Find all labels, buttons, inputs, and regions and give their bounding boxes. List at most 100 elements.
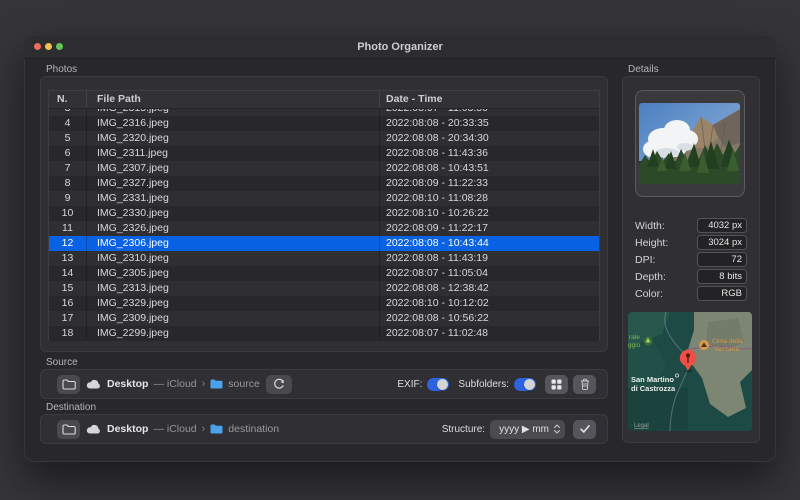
blue-folder-icon (210, 379, 223, 389)
column-header-number[interactable]: N. (49, 91, 87, 108)
row-datetime-cell: 2022:08:10 - 11:08:28 (380, 191, 599, 206)
row-datetime-cell: 2022:08:09 - 11:22:33 (380, 176, 599, 191)
detail-field-row: Color: RGB (635, 286, 747, 303)
row-number-cell: 18 (49, 326, 87, 341)
location-map[interactable]: rale ggio Cima della Vezzana San Martino… (628, 312, 752, 431)
peak-label-line1: Cima della (712, 338, 743, 345)
row-file-cell: IMG_2299.jpeg (87, 326, 380, 341)
table-row[interactable]: 8 IMG_2327.jpeg 2022:08:09 - 11:22:33 (49, 176, 599, 191)
destination-path: Desktop — iCloud › destination (107, 423, 279, 435)
detail-field-label: Height: (635, 237, 668, 249)
detail-field-label: Color: (635, 288, 663, 300)
park-label-line1: rale (629, 334, 640, 341)
row-file-cell: IMG_2320.jpeg (87, 131, 380, 146)
park-label-line2: ggio (628, 342, 641, 349)
icloud-icon (86, 379, 101, 389)
source-path-row: Desktop — iCloud › source (57, 369, 292, 399)
row-number-cell: 16 (49, 296, 87, 311)
destination-section-label: Destination (46, 402, 96, 413)
table-header: N. File Path Date - Time (49, 91, 599, 109)
detail-field-value[interactable]: RGB (697, 286, 747, 301)
row-number-cell: 10 (49, 206, 87, 221)
toggle-knob (524, 379, 535, 390)
table-row[interactable]: 15 IMG_2313.jpeg 2022:08:08 - 12:38:42 (49, 281, 599, 296)
table-row[interactable]: 6 IMG_2311.jpeg 2022:08:08 - 11:43:36 (49, 146, 599, 161)
photos-section-label: Photos (46, 64, 77, 75)
table-row[interactable]: 17 IMG_2309.jpeg 2022:08:08 - 10:56:22 (49, 311, 599, 326)
window-title: Photo Organizer (24, 41, 776, 53)
row-number-cell: 11 (49, 221, 87, 236)
grid-view-button[interactable] (545, 375, 568, 394)
source-refresh-button[interactable] (266, 375, 292, 394)
exif-toggle[interactable] (427, 378, 449, 391)
trash-icon (580, 378, 590, 390)
table-row[interactable]: 4 IMG_2316.jpeg 2022:08:08 - 20:33:35 (49, 116, 599, 131)
delete-button[interactable] (573, 375, 596, 394)
destination-options-row: Structure: yyyy ▶ mm (442, 414, 596, 444)
table-row[interactable]: 13 IMG_2310.jpeg 2022:08:08 - 11:43:19 (49, 251, 599, 266)
row-file-cell: IMG_2307.jpeg (87, 161, 380, 176)
row-datetime-cell: 2022:08:08 - 10:56:22 (380, 311, 599, 326)
folder-icon (62, 379, 76, 390)
structure-value: yyyy ▶ mm (499, 424, 549, 435)
source-folder-name: source (228, 378, 260, 390)
photo-preview-frame (635, 90, 745, 197)
row-datetime-cell: 2022:08:08 - 20:34:30 (380, 131, 599, 146)
table-row[interactable]: 3 IMG_2315.jpeg 2022:08:07 - 11:03:50 (49, 109, 599, 116)
source-path: Desktop — iCloud › source (107, 378, 260, 390)
table-row[interactable]: 11 IMG_2326.jpeg 2022:08:09 - 11:22:17 (49, 221, 599, 236)
source-path-name: Desktop (107, 378, 148, 390)
row-file-cell: IMG_2310.jpeg (87, 251, 380, 266)
row-datetime-cell: 2022:08:08 - 20:33:35 (380, 116, 599, 131)
column-header-file-path[interactable]: File Path (87, 91, 380, 108)
row-number-cell: 7 (49, 161, 87, 176)
table-row[interactable]: 10 IMG_2330.jpeg 2022:08:10 - 10:26:22 (49, 206, 599, 221)
destination-folder-name: destination (228, 423, 279, 435)
app-window: Photo Organizer Photos N. File Path Date… (24, 36, 776, 462)
detail-field-value[interactable]: 4032 px (697, 218, 747, 233)
source-section-label: Source (46, 357, 78, 368)
row-datetime-cell: 2022:08:07 - 11:05:04 (380, 266, 599, 281)
apply-button[interactable] (573, 420, 596, 439)
detail-field-value[interactable]: 72 (697, 252, 747, 267)
table-row[interactable]: 16 IMG_2329.jpeg 2022:08:10 - 10:12:02 (49, 296, 599, 311)
folder-icon (62, 424, 76, 435)
row-number-cell: 3 (49, 109, 87, 116)
source-choose-folder-button[interactable] (57, 375, 80, 394)
exif-label: EXIF: (397, 379, 422, 390)
table-row[interactable]: 5 IMG_2320.jpeg 2022:08:08 - 20:34:30 (49, 131, 599, 146)
row-file-cell: IMG_2305.jpeg (87, 266, 380, 281)
photos-table-body: 3 IMG_2315.jpeg 2022:08:07 - 11:03:50 4 … (49, 109, 599, 341)
row-datetime-cell: 2022:08:08 - 10:43:51 (380, 161, 599, 176)
toggle-knob (437, 379, 448, 390)
table-row[interactable]: 12 IMG_2306.jpeg 2022:08:08 - 10:43:44 (49, 236, 599, 251)
subfolders-toggle[interactable] (514, 378, 536, 391)
row-number-cell: 14 (49, 266, 87, 281)
detail-field-label: Depth: (635, 271, 666, 283)
row-datetime-cell: 2022:08:08 - 10:43:44 (380, 236, 599, 251)
detail-field-value[interactable]: 8 bits (697, 269, 747, 284)
destination-choose-folder-button[interactable] (57, 420, 80, 439)
row-number-cell: 9 (49, 191, 87, 206)
blue-folder-icon (210, 424, 223, 434)
detail-field-value[interactable]: 3024 px (697, 235, 747, 250)
table-row[interactable]: 18 IMG_2299.jpeg 2022:08:07 - 11:02:48 (49, 326, 599, 341)
source-options-row: EXIF: Subfolders: (397, 369, 596, 399)
grid-icon (551, 379, 562, 390)
row-file-cell: IMG_2331.jpeg (87, 191, 380, 206)
row-file-cell: IMG_2309.jpeg (87, 311, 380, 326)
row-file-cell: IMG_2316.jpeg (87, 116, 380, 131)
town-label-line1: San Martino (631, 375, 674, 384)
legal-link[interactable]: Legal (634, 423, 649, 429)
breadcrumb-chevron: › (202, 423, 206, 435)
table-row[interactable]: 9 IMG_2331.jpeg 2022:08:10 - 11:08:28 (49, 191, 599, 206)
row-number-cell: 12 (49, 236, 87, 251)
destination-path-name: Desktop (107, 423, 148, 435)
column-header-date-time[interactable]: Date - Time (380, 91, 599, 108)
table-row[interactable]: 7 IMG_2307.jpeg 2022:08:08 - 10:43:51 (49, 161, 599, 176)
table-row[interactable]: 14 IMG_2305.jpeg 2022:08:07 - 11:05:04 (49, 266, 599, 281)
row-datetime-cell: 2022:08:10 - 10:26:22 (380, 206, 599, 221)
row-number-cell: 13 (49, 251, 87, 266)
row-file-cell: IMG_2315.jpeg (87, 109, 380, 116)
structure-dropdown[interactable]: yyyy ▶ mm (490, 420, 565, 439)
